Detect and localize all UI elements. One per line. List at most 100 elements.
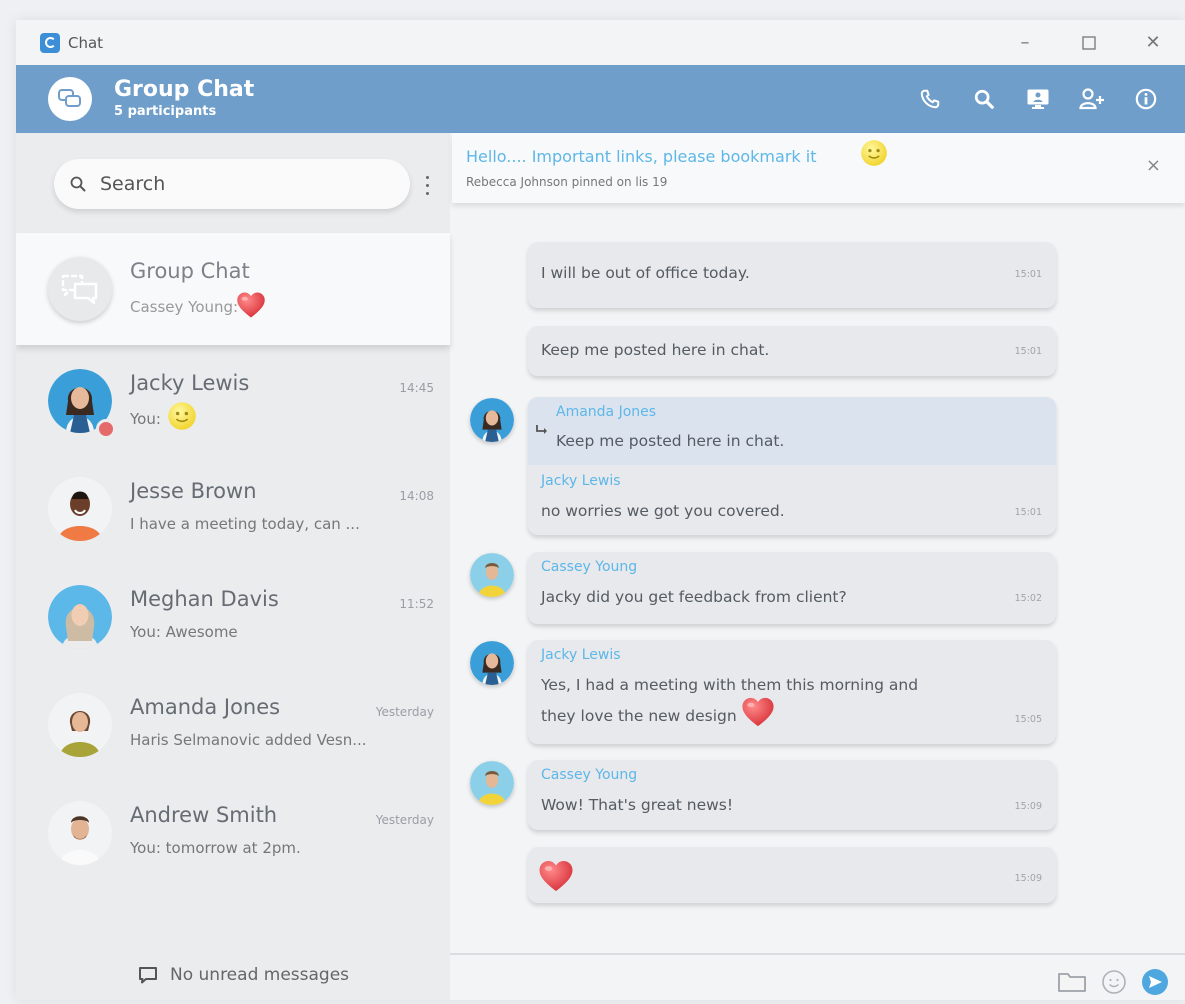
conversation-item-jesse-brown[interactable]: Jesse Brown 14:08 I have a meeting today…: [16, 453, 450, 561]
close-pinned-button[interactable]: ×: [1146, 155, 1161, 176]
conversation-item-group-chat[interactable]: Group Chat Cassey Young:: [16, 233, 450, 345]
message-text: Jacky did you get feedback from client?: [541, 588, 847, 606]
smile-emoji-icon: [167, 401, 197, 431]
sender-avatar-jacky-lewis[interactable]: [470, 398, 514, 442]
sender-avatar-cassey-young[interactable]: [470, 761, 514, 805]
smile-emoji-icon: [860, 139, 888, 167]
no-unread-text: No unread messages: [170, 965, 350, 985]
quoted-message[interactable]: Amanda Jones Keep me posted here in chat…: [528, 397, 1056, 465]
no-unread-status: No unread messages: [138, 965, 349, 985]
attach-file-button[interactable]: [1057, 970, 1087, 994]
composer-divider: [450, 953, 1185, 955]
message-bubble[interactable]: Cassey Young Jacky did you get feedback …: [528, 552, 1056, 624]
chat-bubbles-icon: [61, 274, 98, 305]
message-time: 15:01: [1014, 507, 1042, 518]
group-chat-avatar[interactable]: [48, 77, 92, 121]
conversation-name: Amanda Jones: [130, 695, 281, 719]
message-text: I will be out of office today.: [541, 264, 750, 282]
conversation-name: Meghan Davis: [130, 587, 279, 611]
search-input[interactable]: [100, 173, 380, 195]
person-avatar-icon: [48, 585, 112, 649]
phone-icon: [920, 89, 940, 109]
app-logo-icon: [40, 32, 60, 53]
person-avatar-icon: [470, 761, 514, 805]
avatar-meghan-davis: [48, 585, 112, 649]
avatar-amanda-jones: [48, 693, 112, 757]
message-bubble[interactable]: Keep me posted here in chat. 15:01: [528, 326, 1056, 376]
window-controls: – ✕: [993, 20, 1185, 65]
conversation-name: Jesse Brown: [130, 479, 257, 503]
conversation-time: 14:45: [399, 381, 434, 395]
chat-bubbles-icon: [58, 89, 81, 107]
conversation-item-amanda-jones[interactable]: Amanda Jones Yesterday Haris Selmanovic …: [16, 669, 450, 777]
message-bubble[interactable]: I will be out of office today. 15:01: [528, 242, 1056, 308]
message-text: Yes, I had a meeting with them this morn…: [541, 676, 919, 694]
more-options-icon[interactable]: [422, 173, 432, 197]
search-box: [54, 159, 410, 209]
person-avatar-icon: [48, 801, 112, 865]
message-bubble[interactable]: 15:09: [528, 847, 1056, 903]
minimize-button[interactable]: –: [993, 20, 1057, 65]
call-button[interactable]: [903, 79, 957, 119]
maximize-button[interactable]: [1057, 20, 1121, 65]
message-time: 15:01: [1014, 346, 1042, 357]
message-pane: Hello.... Important links, please bookma…: [450, 133, 1185, 1000]
pinned-by-text: Rebecca Johnson pinned on lis 19: [466, 175, 668, 189]
conversation-preview: I have a meeting today, can ...: [130, 515, 360, 533]
emoji-icon: [1102, 970, 1126, 994]
avatar-jesse-brown: [48, 477, 112, 541]
heart-emoji-icon: [236, 291, 266, 319]
conversation-time: 11:52: [399, 597, 434, 611]
preview-text: You:: [130, 410, 161, 428]
message-text-continued: they love the new design: [541, 707, 737, 725]
close-window-button[interactable]: ✕: [1121, 20, 1185, 65]
pinned-message-banner[interactable]: Hello.... Important links, please bookma…: [452, 133, 1185, 203]
conversation-item-meghan-davis[interactable]: Meghan Davis 11:52 You: Awesome: [16, 561, 450, 669]
maximize-icon: [1082, 35, 1096, 50]
conversation-item-jacky-lewis[interactable]: Jacky Lewis 14:45 You:: [16, 345, 450, 453]
conversation-preview: Haris Selmanovic added Vesn...: [130, 731, 367, 749]
person-avatar-icon: [470, 553, 514, 597]
add-participant-button[interactable]: [1065, 79, 1119, 119]
person-avatar-icon: [470, 641, 514, 685]
search-messages-button[interactable]: [957, 79, 1011, 119]
conversation-info-button[interactable]: [1119, 79, 1173, 119]
emoji-picker-button[interactable]: [1101, 969, 1127, 995]
message-time: 15:09: [1014, 801, 1042, 812]
message-bubble[interactable]: Jacky Lewis Yes, I had a meeting with th…: [528, 640, 1056, 744]
message-bubble-with-reply[interactable]: Amanda Jones Keep me posted here in chat…: [528, 397, 1056, 535]
composer-actions: [1043, 968, 1169, 996]
message-text: Wow! That's great news!: [541, 796, 734, 814]
conversation-time: Yesterday: [375, 705, 434, 719]
conversation-header: Group Chat 5 participants: [16, 65, 1185, 133]
sender-avatar-cassey-young[interactable]: [470, 553, 514, 597]
person-avatar-icon: [48, 477, 112, 541]
search-icon: [70, 176, 86, 192]
info-icon: [1135, 88, 1157, 110]
participant-count: 5 participants: [114, 104, 217, 119]
send-icon: [1142, 969, 1168, 995]
person-avatar-icon: [470, 398, 514, 442]
conversation-name: Andrew Smith: [130, 803, 278, 827]
screen-share-icon: [1027, 89, 1049, 109]
search-icon: [974, 89, 994, 109]
message-sender: Cassey Young: [541, 767, 638, 783]
title-bar: Chat – ✕: [16, 20, 1185, 65]
message-text-line-2: they love the new design: [541, 704, 775, 728]
conversation-preview: You: tomorrow at 2pm.: [130, 839, 301, 857]
message-time: 15:09: [1014, 873, 1042, 884]
message-bubble[interactable]: Cassey Young Wow! That's great news! 15:…: [528, 760, 1056, 830]
message-time: 15:01: [1014, 269, 1042, 280]
conversation-preview: You: Awesome: [130, 623, 238, 641]
folder-icon: [1058, 973, 1086, 992]
screen-share-button[interactable]: [1011, 79, 1065, 119]
sender-avatar-jacky-lewis[interactable]: [470, 641, 514, 685]
send-button[interactable]: [1141, 968, 1169, 996]
pinned-message: Hello.... Important links, please bookma…: [466, 145, 888, 167]
heart-emoji-icon: [538, 859, 574, 893]
quoted-sender: Amanda Jones: [556, 404, 657, 420]
conversation-item-andrew-smith[interactable]: Andrew Smith Yesterday You: tomorrow at …: [16, 777, 450, 885]
chat-window: Chat – ✕ Group Chat 5 participants Searc…: [16, 20, 1185, 1000]
app-title: Chat: [68, 33, 104, 52]
message-icon: [139, 967, 157, 984]
